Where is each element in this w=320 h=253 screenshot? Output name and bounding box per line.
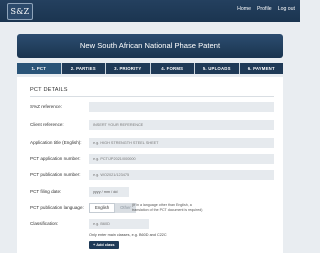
section-divider — [30, 96, 274, 97]
language-toggle: English Other — [89, 203, 136, 213]
top-bar: S&Z Home Profile Log out — [0, 0, 300, 22]
snz-reference-row: S%Z reference: — [30, 102, 274, 112]
pct-application-number-label: PCT application number: — [30, 156, 81, 161]
application-title-label: Application title (English): — [30, 140, 82, 145]
tab-priority[interactable]: 3. PRIORITY — [106, 63, 150, 74]
pct-publication-number-row: PCT publication number: — [30, 170, 274, 180]
top-nav: Home Profile Log out — [237, 6, 295, 12]
snz-reference-label: S%Z reference: — [30, 104, 62, 109]
pct-filing-date-input[interactable]: yyyy / mm / dd — [89, 187, 129, 197]
classification-label: Classification: — [30, 221, 59, 226]
tab-pct[interactable]: 1. PCT — [17, 63, 61, 74]
pct-application-number-row: PCT application number: — [30, 154, 274, 164]
pct-filing-date-label: PCT filing date: — [30, 189, 62, 194]
classification-hint: Only enter main classes, e.g. B60D and C… — [89, 233, 167, 237]
pct-publication-language-row: PCT publication language: English Other … — [30, 203, 274, 213]
nav-profile-link[interactable]: Profile — [257, 6, 272, 12]
tab-parties[interactable]: 2. PARTIES — [61, 63, 105, 74]
tab-payment[interactable]: 6. PAYMENT — [239, 63, 283, 74]
application-title-row: Application title (English): — [30, 138, 274, 148]
client-reference-input[interactable] — [89, 120, 274, 130]
client-reference-row: Client reference: — [30, 120, 274, 130]
pct-application-number-input[interactable] — [89, 154, 274, 164]
classification-input[interactable] — [89, 219, 149, 229]
pct-publication-number-label: PCT publication number: — [30, 172, 81, 177]
step-tabs: 1. PCT 2. PARTIES 3. PRIORITY 4. FORMS 5… — [17, 63, 283, 74]
pct-filing-date-row: PCT filing date: yyyy / mm / dd — [30, 187, 274, 197]
classification-row: Classification: — [30, 219, 274, 229]
company-logo[interactable]: S&Z — [7, 3, 33, 20]
section-title: PCT DETAILS — [30, 87, 68, 93]
pct-publication-language-label: PCT publication language: — [30, 205, 84, 210]
snz-reference-field — [89, 102, 274, 112]
application-title-input[interactable] — [89, 138, 274, 148]
language-option-english[interactable]: English — [89, 203, 116, 213]
nav-logout-link[interactable]: Log out — [278, 6, 295, 12]
tab-uploads[interactable]: 5. UPLOADS — [195, 63, 239, 74]
add-class-button[interactable]: + Add class — [89, 241, 119, 249]
pct-details-panel: PCT DETAILS S%Z reference: Client refere… — [17, 77, 283, 253]
tab-forms[interactable]: 4. FORMS — [150, 63, 194, 74]
pct-publication-number-input[interactable] — [89, 170, 274, 180]
client-reference-label: Client reference: — [30, 122, 64, 127]
nav-home-link[interactable]: Home — [237, 6, 251, 12]
language-note: (If in a language other than English, a … — [132, 203, 203, 212]
page-title: New South African National Phase Patent — [17, 34, 283, 58]
